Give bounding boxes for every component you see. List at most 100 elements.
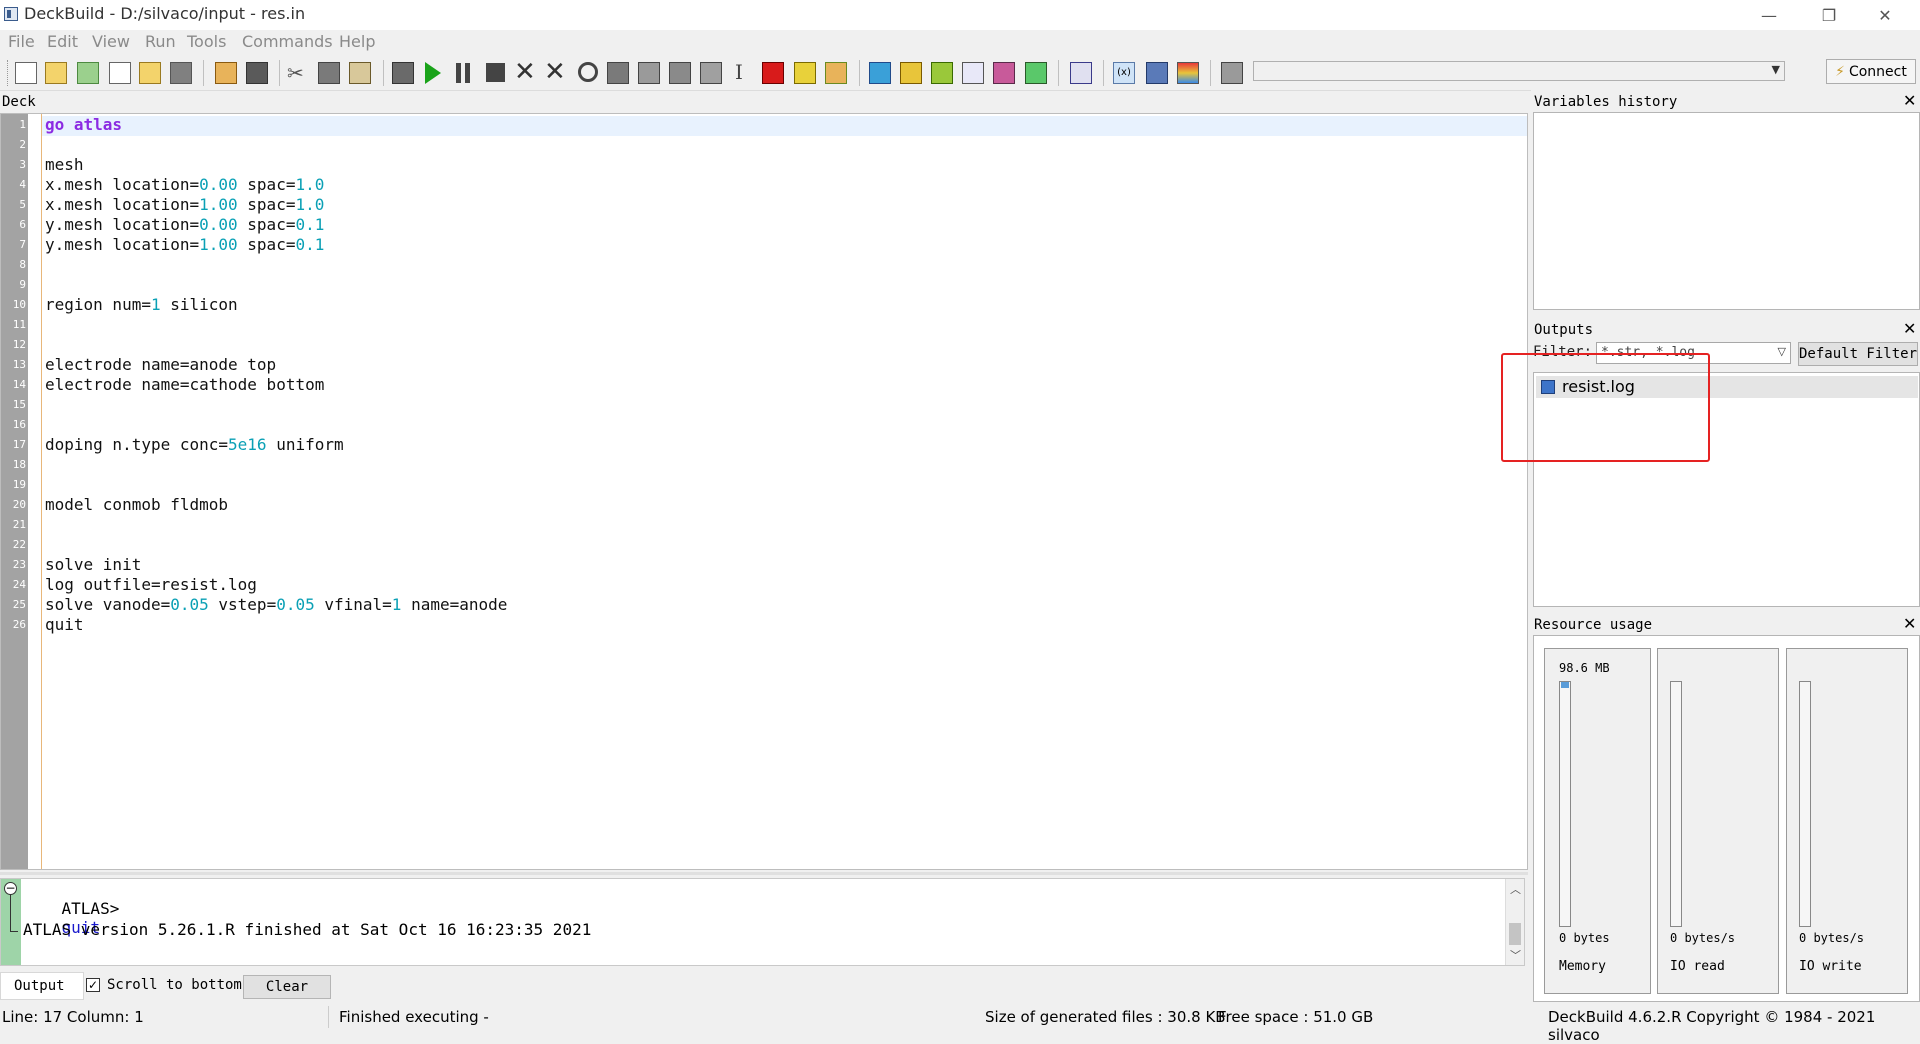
run-icon[interactable] (425, 62, 441, 84)
paste-icon[interactable] (349, 62, 371, 84)
kill-all-icon[interactable]: ✕ (544, 58, 566, 86)
tonyplot3d-icon[interactable] (931, 62, 953, 84)
kill-icon[interactable]: ✕ (514, 58, 536, 86)
pause-icon[interactable] (456, 63, 461, 83)
scroll-to-bottom-checkbox[interactable]: ✓ (86, 978, 100, 992)
command-combo[interactable]: ▼ (1253, 61, 1785, 81)
check-icon[interactable] (794, 62, 816, 84)
close-window-button[interactable]: ✕ (1862, 0, 1908, 30)
code-line: electrode name=anode top (45, 355, 277, 374)
editor-icon[interactable] (962, 62, 984, 84)
io-write-bar (1799, 681, 1811, 927)
line-number: 13 (12, 358, 26, 371)
io-write-label: IO write (1799, 959, 1862, 974)
line-number: 12 (12, 338, 26, 351)
tab-output[interactable]: Output (0, 972, 84, 1000)
run-to-line-icon[interactable] (669, 62, 691, 84)
current-line-highlight (42, 116, 1527, 136)
code-line: quit (45, 615, 84, 634)
menu-view[interactable]: View (92, 32, 130, 51)
new-document-icon[interactable] (109, 62, 131, 84)
code-line: solve init (45, 555, 142, 574)
line-number: 20 (12, 498, 26, 511)
windows-icon[interactable] (1070, 62, 1092, 84)
line-number: 8 (19, 258, 26, 271)
chevron-up-icon[interactable]: ︿ (1510, 881, 1521, 897)
find-icon[interactable] (215, 62, 237, 84)
menu-file[interactable]: File (8, 32, 35, 51)
save-icon[interactable] (170, 62, 192, 84)
stop-red-icon[interactable] (762, 62, 784, 84)
restart-icon[interactable] (578, 62, 598, 82)
console-scrollbar[interactable]: ︿ ﹀ (1505, 879, 1524, 965)
memory-bar (1559, 681, 1571, 927)
menu-edit[interactable]: Edit (47, 32, 78, 51)
breakpoint-icon[interactable] (607, 62, 629, 84)
scroll-to-bottom-label: Scroll to bottom (107, 977, 242, 993)
new-file-icon[interactable] (15, 62, 37, 84)
clear-button[interactable]: Clear (243, 975, 331, 999)
default-filter-button[interactable]: Default Filter (1798, 342, 1918, 366)
cursor-icon[interactable]: I (735, 60, 743, 84)
resource-usage-icon[interactable] (1177, 62, 1199, 84)
cut-icon[interactable]: ✂ (287, 62, 304, 84)
code-line: y.mesh location=1.00 spac=0.1 (45, 235, 325, 254)
terminal-icon[interactable] (1221, 62, 1243, 84)
line-number: 6 (19, 218, 26, 231)
maskviews-icon[interactable] (993, 62, 1015, 84)
line-number: 2 (19, 138, 26, 151)
close-icon[interactable]: ✕ (1903, 319, 1916, 338)
io-read-bar (1670, 681, 1682, 927)
run-step-icon[interactable] (392, 62, 414, 84)
open-recent-icon[interactable] (139, 62, 161, 84)
io-read-meter: 0 bytes/s IO read (1657, 648, 1779, 994)
scrollbar-thumb[interactable] (1509, 923, 1521, 945)
line-number: 19 (12, 478, 26, 491)
io-read-label: IO read (1670, 959, 1725, 974)
menu-help[interactable]: Help (339, 32, 375, 51)
deck-splitter[interactable] (0, 872, 1528, 875)
connect-button[interactable]: ⚡ Connect (1826, 59, 1916, 84)
plug-icon: ⚡ (1835, 63, 1845, 80)
mark-icon[interactable] (825, 62, 847, 84)
step-over-icon[interactable] (700, 62, 722, 84)
run-state: Finished executing - (339, 1008, 489, 1026)
code-line: region num=1 silicon (45, 295, 238, 314)
open-folder-icon[interactable] (45, 62, 67, 84)
menu-tools[interactable]: Tools (187, 32, 226, 51)
io-write-bottom-value: 0 bytes/s (1799, 931, 1865, 945)
line-number: 1 (19, 118, 26, 131)
code-line: solve vanode=0.05 vstep=0.05 vfinal=1 na… (45, 595, 508, 614)
open-examples-icon[interactable] (77, 62, 99, 84)
line-number: 22 (12, 538, 26, 551)
menu-commands[interactable]: Commands (242, 32, 333, 51)
stop-icon[interactable] (486, 63, 505, 82)
line-number: 11 (12, 318, 26, 331)
resource-usage-title: Resource usage (1534, 617, 1653, 633)
chevron-down-icon: ▼ (1771, 63, 1780, 76)
close-icon[interactable]: ✕ (1903, 91, 1916, 110)
chevron-down-icon[interactable]: ﹀ (1510, 947, 1521, 963)
line-number: 7 (19, 238, 26, 251)
variables-history-panel[interactable] (1533, 112, 1920, 310)
outputs-icon[interactable] (1146, 62, 1168, 84)
step-back-icon[interactable] (638, 62, 660, 84)
optimizer-icon[interactable] (1025, 62, 1047, 84)
deck-editor[interactable]: 1 2 3 4 5 6 7 8 9 10 11 12 13 14 15 16 1… (0, 113, 1528, 870)
tonyplot-icon[interactable] (900, 62, 922, 84)
line-number: 21 (12, 518, 26, 531)
restore-button[interactable]: ❐ (1806, 0, 1852, 30)
replace-icon[interactable] (246, 62, 268, 84)
collapse-icon[interactable]: − (4, 882, 17, 895)
code-line: electrode name=cathode bottom (45, 375, 325, 394)
variables-icon[interactable]: (x) (1113, 62, 1135, 84)
chevron-down-icon: ▽ (1777, 345, 1786, 358)
outputs-title: Outputs (1534, 322, 1594, 338)
output-console[interactable]: − ATLAS> quit ATLAS version 5.26.1.R fin… (0, 878, 1525, 966)
menu-run[interactable]: Run (145, 32, 176, 51)
tab-output-label: Output (14, 978, 65, 994)
close-icon[interactable]: ✕ (1903, 614, 1916, 633)
devedit-icon[interactable] (869, 62, 891, 84)
minimize-button[interactable]: — (1746, 0, 1792, 30)
copy-icon[interactable] (318, 62, 340, 84)
